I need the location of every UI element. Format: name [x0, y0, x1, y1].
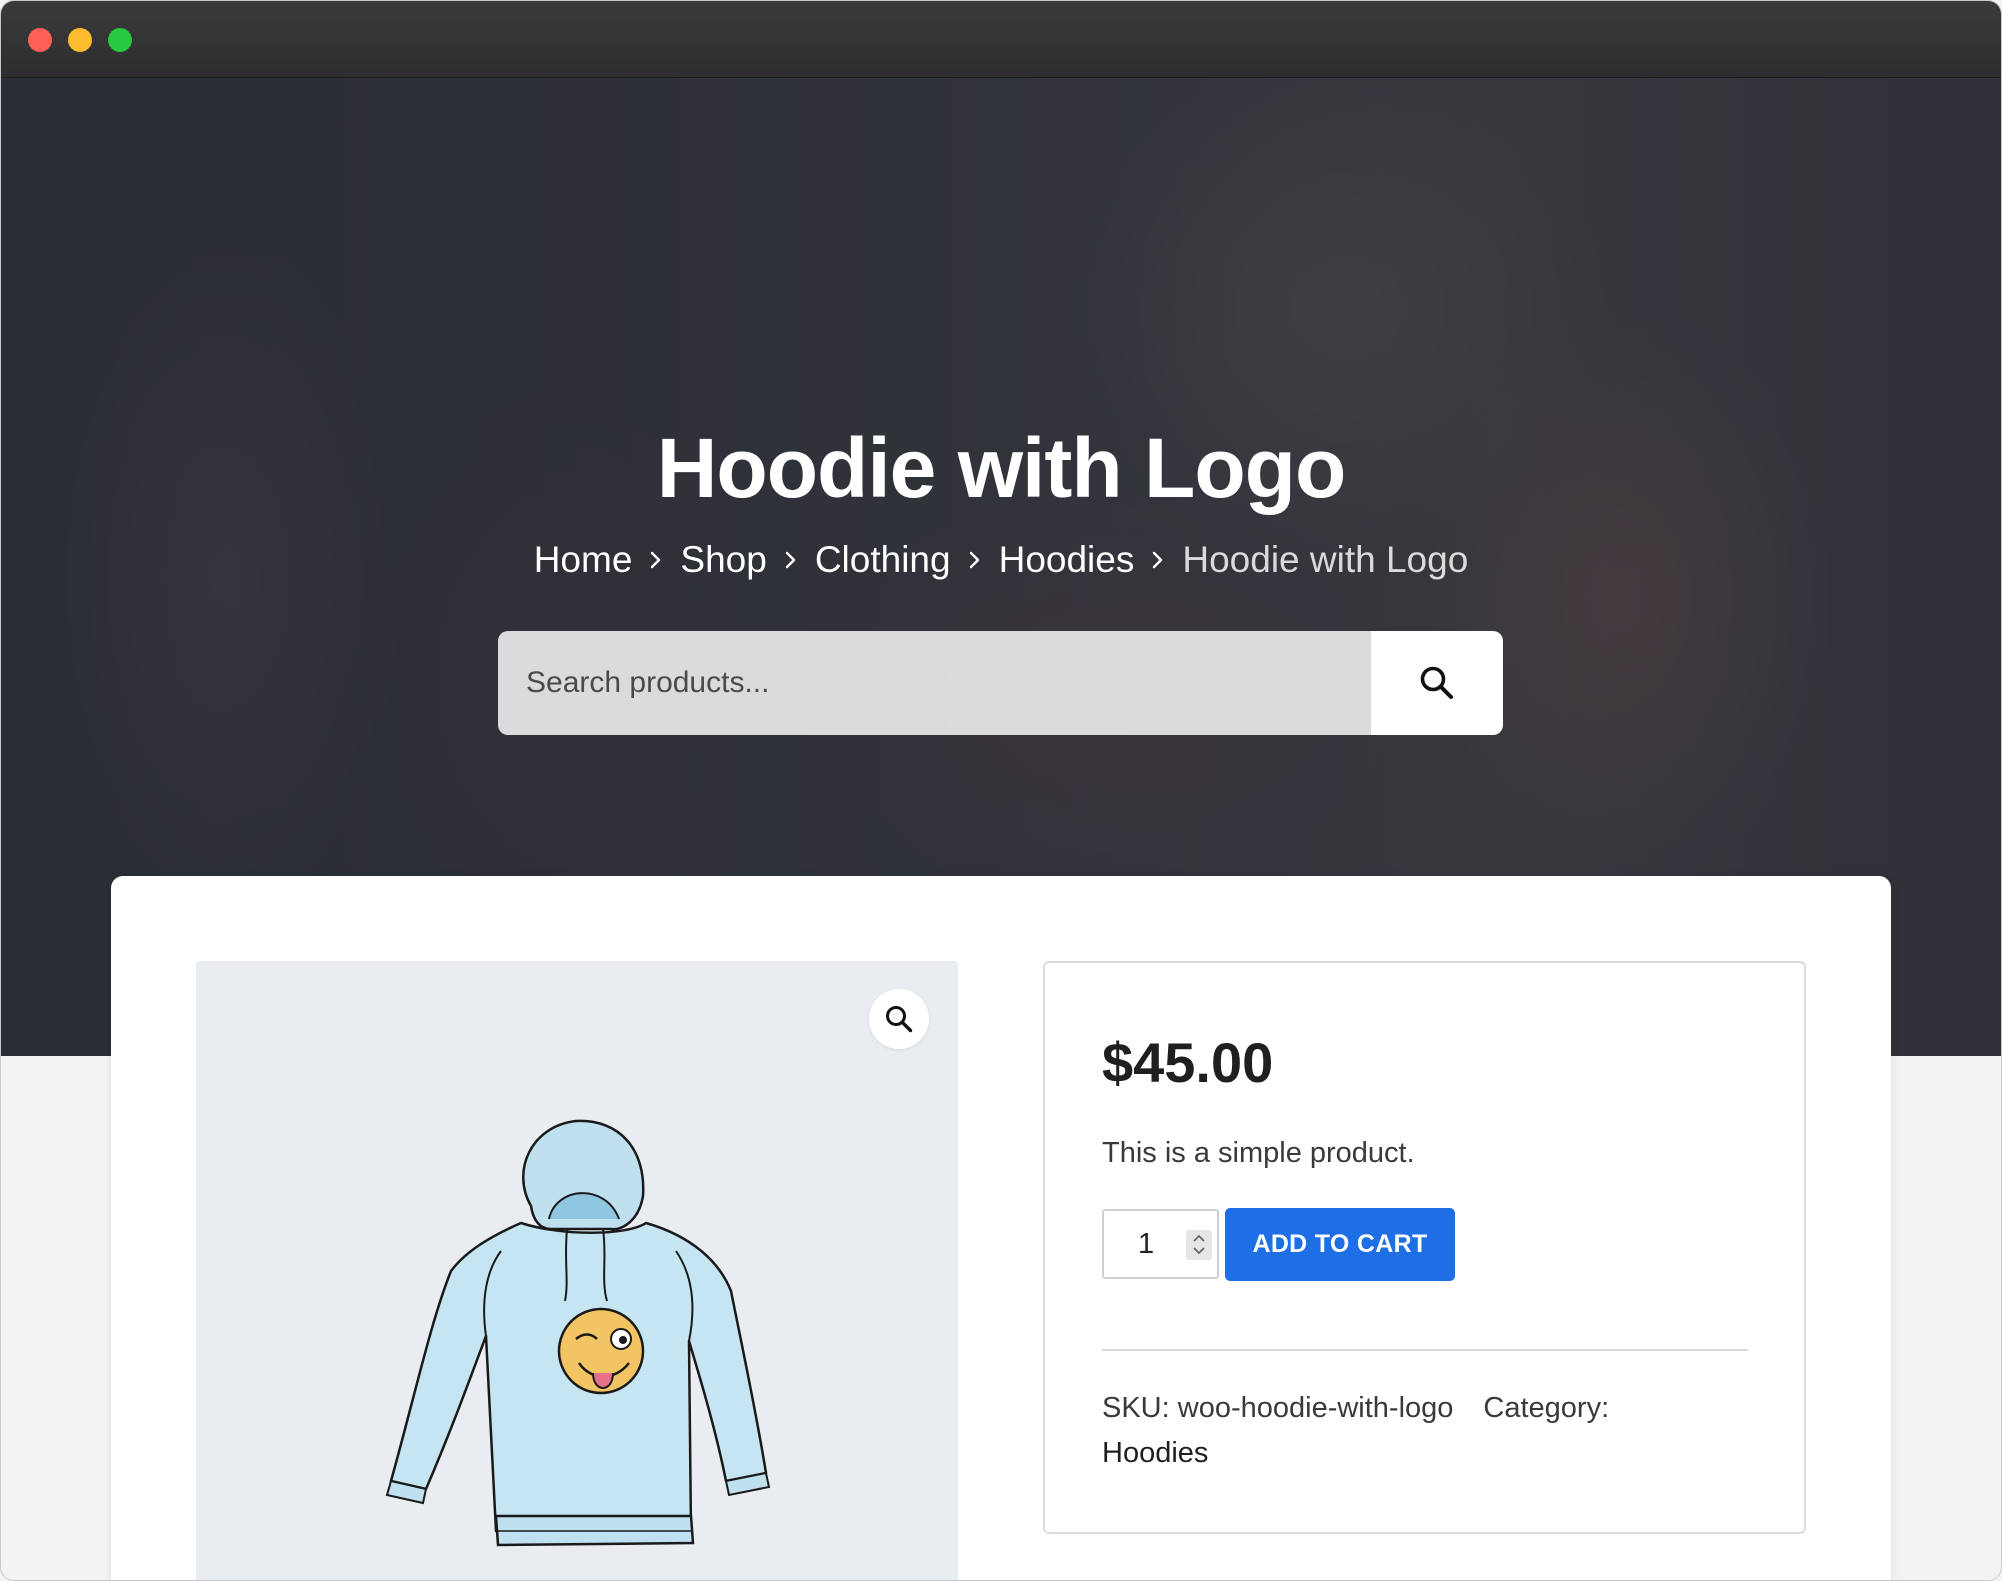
- chevron-down-icon: [1193, 1247, 1205, 1255]
- chevron-right-icon: [767, 536, 815, 584]
- quantity-stepper[interactable]: [1186, 1230, 1212, 1260]
- breadcrumb-current: Hoodie with Logo: [1182, 539, 1469, 580]
- chevron-right-icon: [632, 536, 680, 584]
- page-title: Hoodie with Logo: [656, 421, 1347, 515]
- product-summary: $45.00 This is a simple product. 1 ADD T…: [1043, 961, 1806, 1534]
- minimize-window-button[interactable]: [68, 28, 92, 52]
- breadcrumb-shop[interactable]: Shop: [680, 536, 766, 584]
- product-card: $45.00 This is a simple product. 1 ADD T…: [111, 876, 1891, 1580]
- breadcrumb-hoodies[interactable]: Hoodies: [999, 536, 1135, 584]
- product-search-form: [498, 631, 1503, 735]
- category-label: Category:: [1483, 1392, 1610, 1424]
- title-bar: [1, 1, 2001, 78]
- quantity-input[interactable]: 1: [1102, 1209, 1219, 1279]
- chevron-right-icon: [1134, 536, 1182, 584]
- sku-label: SKU:: [1102, 1392, 1178, 1424]
- hoodie-with-winking-emoji-icon: [385, 1119, 771, 1547]
- category-link-hoodies[interactable]: Hoodies: [1102, 1433, 1208, 1473]
- magnifier-icon: [886, 1006, 913, 1033]
- product-short-description: This is a simple product.: [1102, 1137, 1415, 1169]
- quantity-value: 1: [1138, 1228, 1155, 1260]
- breadcrumb-home[interactable]: Home: [534, 536, 633, 584]
- summary-divider: [1102, 1349, 1748, 1351]
- add-to-cart-button[interactable]: ADD TO CART: [1225, 1208, 1455, 1281]
- close-window-button[interactable]: [28, 28, 52, 52]
- breadcrumb-clothing[interactable]: Clothing: [815, 536, 951, 584]
- search-icon: [1420, 666, 1453, 699]
- product-price: $45.00: [1102, 1031, 1274, 1094]
- search-input[interactable]: [498, 631, 1371, 735]
- browser-window: Hoodie with Logo Home Shop Clothing Hood…: [0, 0, 2002, 1581]
- product-gallery[interactable]: [196, 961, 958, 1580]
- gallery-zoom-button[interactable]: [869, 989, 929, 1049]
- chevron-right-icon: [951, 536, 999, 584]
- search-button[interactable]: [1371, 631, 1503, 735]
- maximize-window-button[interactable]: [108, 28, 132, 52]
- sku-value: woo-hoodie-with-logo: [1177, 1392, 1454, 1424]
- chevron-up-icon: [1193, 1234, 1205, 1242]
- breadcrumb: Home Shop Clothing Hoodies Hoodie with L…: [1, 536, 2001, 584]
- product-meta: SKU: woo-hoodie-with-logo Category:: [1102, 1388, 1609, 1428]
